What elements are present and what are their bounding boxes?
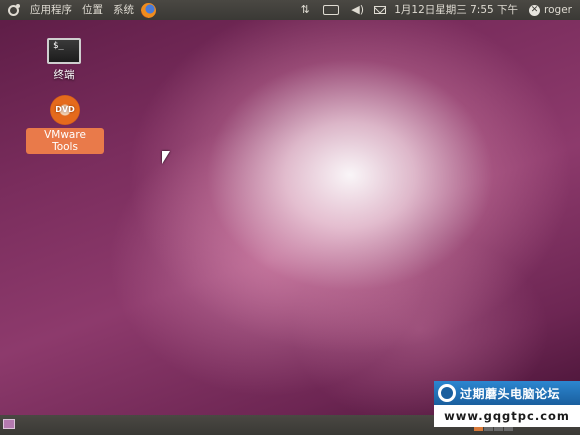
mail-icon[interactable]	[374, 6, 387, 14]
network-icon[interactable]: ⇅	[299, 4, 311, 16]
panel-left: 应用程序 位置 系统	[0, 0, 293, 20]
panel-right: ⇅ ◀) 1月12日星期三 7:55 下午 ✕ roger	[293, 0, 580, 20]
shutdown-icon[interactable]: ✕	[529, 4, 541, 16]
keyboard-icon[interactable]	[323, 5, 340, 15]
desktop-icon-terminal[interactable]: $_ 终端	[36, 38, 92, 82]
clock[interactable]: 1月12日星期三 7:55 下午	[391, 0, 521, 20]
dvd-icon: DVD	[50, 95, 80, 125]
terminal-icon: $_	[47, 38, 81, 64]
mouse-cursor-icon	[162, 151, 170, 164]
menu-system[interactable]: 系统	[108, 0, 139, 20]
watermark-url: www.gqgtpc.com	[434, 405, 580, 427]
top-panel: 应用程序 位置 系统 ⇅ ◀) 1月12日星期三 7:55 下午 ✕ roger	[0, 0, 580, 20]
firefox-icon[interactable]	[141, 2, 156, 18]
desktop-icon-vmware-tools[interactable]: DVD VMware Tools	[26, 95, 104, 154]
desktop-icon-label: VMware Tools	[26, 128, 104, 154]
volume-icon[interactable]: ◀)	[351, 4, 364, 16]
desktop-icon-label: 终端	[53, 69, 75, 81]
menu-places[interactable]: 位置	[77, 0, 108, 20]
user-menu[interactable]: roger	[544, 0, 580, 20]
menu-applications[interactable]: 应用程序	[25, 0, 77, 20]
show-desktop-icon[interactable]	[3, 419, 15, 429]
watermark-title: 过期蘑头电脑论坛	[460, 386, 561, 401]
desktop-screen: 应用程序 位置 系统 ⇅ ◀) 1月12日星期三 7:55 下午 ✕ roger…	[0, 0, 580, 435]
ubuntu-logo-icon[interactable]	[8, 3, 20, 16]
watermark-badge: 过期蘑头电脑论坛 www.gqgtpc.com	[434, 381, 580, 427]
watermark-header: 过期蘑头电脑论坛	[434, 381, 580, 405]
watermark-logo-icon	[438, 384, 456, 402]
